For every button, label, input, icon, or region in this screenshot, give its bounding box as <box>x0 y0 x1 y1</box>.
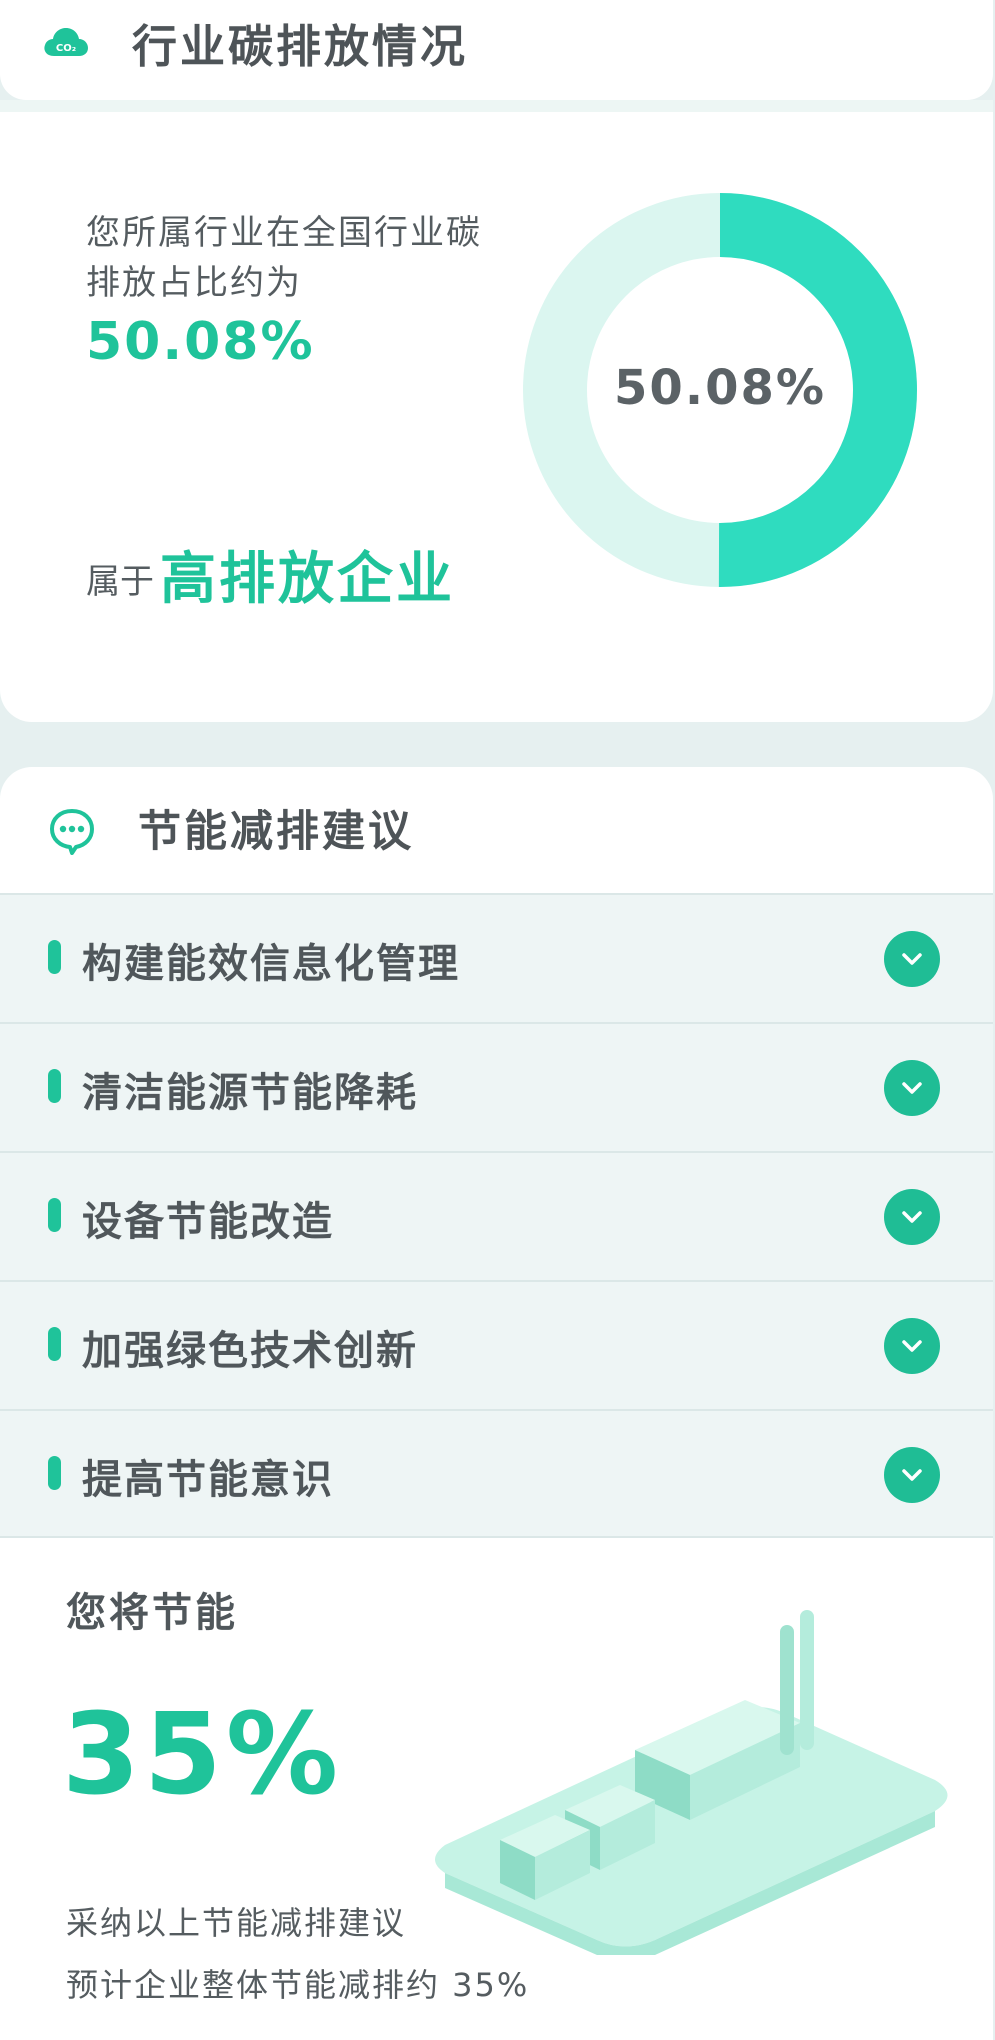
suggestion-label: 设备节能改造 <box>82 1199 334 1245</box>
share-value: 50.08% <box>86 312 315 372</box>
savings-label: 您将节能 <box>66 1590 238 1636</box>
suggestion-label: 提高节能意识 <box>82 1457 334 1503</box>
suggestions-card: 节能减排建议 构建能效信息化管理 清洁能源节能降耗 设备节能改造 加强绿色技术创… <box>0 767 993 2040</box>
emission-level-prefix: 属于 <box>86 562 154 602</box>
chat-bubble-icon <box>50 809 94 855</box>
header-divider <box>0 100 993 112</box>
suggestion-item[interactable]: 设备节能改造 <box>0 1151 993 1280</box>
suggestions-title: 节能减排建议 <box>138 807 414 857</box>
savings-summary: 您将节能 35% 采纳以上节能减排建议 预计企业整体节能减排约 35% <box>0 1540 993 2040</box>
chevron-down-icon <box>902 953 922 965</box>
item-marker <box>48 1456 61 1490</box>
suggestion-item[interactable]: 提高节能意识 <box>0 1409 993 1538</box>
emission-share-donut: 50.08% <box>523 193 917 587</box>
donut-center-label: 50.08% <box>614 360 826 416</box>
savings-note-line2: 预计企业整体节能减排约 35% <box>66 1966 530 2004</box>
emission-header: CO₂ 行业碳排放情况 <box>0 0 993 100</box>
suggestion-item[interactable]: 加强绿色技术创新 <box>0 1280 993 1409</box>
item-marker <box>48 1327 61 1361</box>
chevron-down-icon <box>902 1340 922 1352</box>
factory-illustration <box>435 1610 948 1955</box>
suggestion-item[interactable]: 构建能效信息化管理 <box>0 893 993 1022</box>
suggestions-list: 构建能效信息化管理 清洁能源节能降耗 设备节能改造 加强绿色技术创新 提高节能意… <box>0 893 993 1538</box>
expand-button[interactable] <box>884 931 940 987</box>
suggestion-item[interactable]: 清洁能源节能降耗 <box>0 1022 993 1151</box>
suggestions-header: 节能减排建议 <box>0 767 993 893</box>
item-marker <box>48 1198 61 1232</box>
suggestion-label: 加强绿色技术创新 <box>82 1328 418 1374</box>
chevron-down-icon <box>902 1082 922 1094</box>
savings-value: 35% <box>62 1690 343 1820</box>
savings-note-line1: 采纳以上节能减排建议 <box>66 1904 407 1942</box>
share-description: 您所属行业在全国行业碳排放占比约为 <box>86 213 482 303</box>
chevron-down-icon <box>902 1211 922 1223</box>
expand-button[interactable] <box>884 1189 940 1245</box>
item-marker <box>48 1069 61 1103</box>
suggestion-label: 构建能效信息化管理 <box>82 941 460 987</box>
co2-cloud-icon: CO₂ <box>44 28 88 56</box>
chevron-down-icon <box>902 1469 922 1481</box>
item-marker <box>48 940 61 974</box>
expand-button[interactable] <box>884 1318 940 1374</box>
expand-button[interactable] <box>884 1447 940 1503</box>
suggestion-label: 清洁能源节能降耗 <box>82 1070 418 1116</box>
co2-badge-text: CO₂ <box>56 43 76 54</box>
emission-level: 高排放企业 <box>160 547 455 612</box>
emission-card: 您所属行业在全国行业碳排放占比约为 50.08% 属于 高排放企业 50.08% <box>0 112 993 722</box>
expand-button[interactable] <box>884 1060 940 1116</box>
page-title: 行业碳排放情况 <box>132 20 469 73</box>
